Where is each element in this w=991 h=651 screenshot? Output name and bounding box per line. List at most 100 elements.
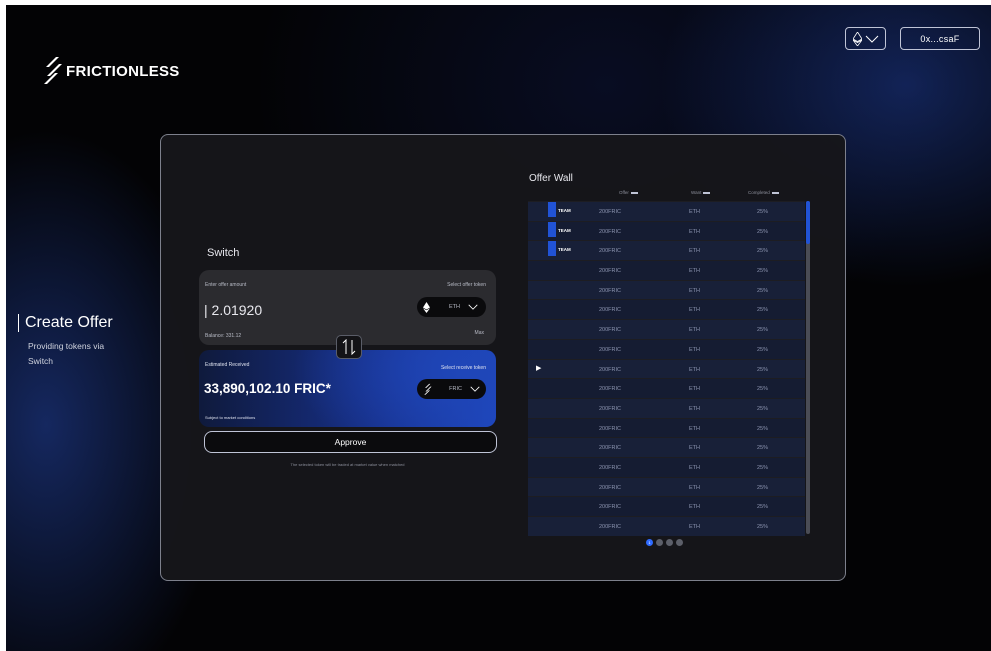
brand-logo[interactable]: FRICTIONLESS (42, 55, 180, 87)
receive-amount-card: Estimated Received Select receive token … (199, 350, 496, 427)
want-cell: ETH (689, 464, 700, 471)
offer-token-name: ETH (449, 304, 460, 310)
want-cell: ETH (689, 228, 700, 235)
approve-button[interactable]: Approve (204, 431, 497, 453)
page-dot[interactable]: 1 (646, 539, 653, 546)
chevron-down-icon (865, 35, 878, 43)
completed-cell: 25% (757, 209, 769, 215)
table-row[interactable]: 200FRIC ETH 25% (528, 338, 805, 359)
offer-cell: 200FRIC (599, 524, 622, 530)
offer-token-selector[interactable]: ETH (417, 297, 486, 317)
swap-direction-button[interactable] (336, 335, 362, 359)
page-dot[interactable] (666, 539, 673, 546)
completed-cell: 25% (757, 287, 769, 294)
column-header-want[interactable]: Want (691, 190, 711, 195)
offer-cell: 200FRIC (599, 327, 622, 334)
want-cell: ETH (689, 366, 700, 373)
offer-wall-scrollbar[interactable] (806, 201, 810, 534)
column-header-offer[interactable]: Offer (619, 190, 638, 195)
completed-cell: 25% (757, 327, 769, 334)
offer-wall-title: Offer Wall (529, 173, 573, 184)
completed-cell: 25% (757, 346, 769, 353)
offer-cell: 200FRIC (599, 504, 622, 511)
team-label: TEAM (558, 208, 571, 213)
sort-icon (630, 191, 638, 194)
sort-icon (771, 191, 779, 194)
max-button[interactable]: Max (475, 330, 484, 336)
offer-amount-input[interactable]: | 2.01920 (204, 302, 262, 318)
completed-cell: 25% (757, 228, 769, 235)
page-title: Create Offer (18, 314, 113, 332)
app-background: FRICTIONLESS 0x...csaF Create Offer Prov… (6, 5, 991, 651)
offer-amount-label: Enter offer amount (205, 282, 247, 288)
offer-cell: 200FRIC (599, 228, 622, 235)
receive-token-selector[interactable]: FRIC (417, 379, 486, 399)
completed-cell: 25% (757, 405, 769, 412)
table-row[interactable]: 200FRIC ETH 25% (528, 279, 805, 300)
table-row[interactable]: 200FRIC ETH 25% (528, 516, 805, 536)
want-cell: ETH (689, 287, 700, 294)
table-row[interactable]: TEAM 200FRIC ETH 25% (528, 220, 805, 241)
want-cell: ETH (689, 248, 700, 255)
want-cell: ETH (689, 484, 700, 491)
completed-cell: 25% (757, 268, 769, 275)
table-row[interactable]: 200FRIC ETH 25% (528, 417, 805, 438)
completed-cell: 25% (757, 366, 769, 373)
offer-cell: 200FRIC (599, 464, 622, 471)
completed-cell: 25% (757, 425, 769, 432)
team-label: TEAM (558, 247, 571, 253)
table-row[interactable]: 200FRIC ETH 25% (528, 496, 805, 516)
offer-cell: 200FRIC (599, 287, 622, 294)
team-flag-icon (548, 202, 556, 217)
swap-arrows-icon (342, 339, 356, 355)
offer-cell: 200FRIC (599, 307, 622, 314)
offer-cell: 200FRIC (599, 366, 622, 373)
want-cell: ETH (689, 445, 700, 452)
ethereum-icon (423, 301, 430, 313)
offer-cell: 200FRIC (599, 346, 622, 353)
table-row[interactable]: 200FRIC ETH 25% (528, 299, 805, 320)
want-cell: ETH (689, 524, 700, 530)
play-icon: ▶ (536, 364, 542, 372)
network-selector[interactable] (845, 27, 886, 50)
page-dot[interactable] (676, 539, 683, 546)
offer-cell: 200FRIC (599, 386, 622, 393)
table-row[interactable]: 200FRIC ETH 25% (528, 397, 805, 418)
offer-table: TEAM 200FRIC ETH 25% TEAM 200FRIC ETH 25% TEAM 20… (528, 201, 805, 536)
offer-cell: 200FRIC (599, 405, 622, 412)
receive-amount: 33,890,102.10 FRIC* (204, 381, 331, 396)
column-header-completed[interactable]: Completed (748, 190, 779, 195)
table-row[interactable]: 200FRIC ETH 25% (528, 378, 805, 398)
table-row[interactable]: TEAM 200FRIC ETH 25% (528, 240, 805, 261)
offer-cell: 200FRIC (599, 248, 622, 255)
want-cell: ETH (689, 209, 700, 215)
table-row[interactable]: 200FRIC ETH 25% (528, 476, 805, 497)
ethereum-icon (852, 31, 862, 46)
want-cell: ETH (689, 405, 700, 412)
page-dot[interactable] (656, 539, 663, 546)
table-row[interactable]: 200FRIC ETH 25% (528, 260, 805, 280)
want-cell: ETH (689, 386, 700, 393)
offer-cell: 200FRIC (599, 209, 622, 215)
select-offer-token-label: Select offer token (447, 282, 486, 288)
scrollbar-thumb[interactable] (806, 201, 810, 244)
table-row[interactable]: TEAM 200FRIC ETH 25% (528, 201, 805, 221)
wallet-address-button[interactable]: 0x...csaF (900, 27, 980, 50)
want-cell: ETH (689, 504, 700, 511)
completed-cell: 25% (757, 464, 769, 471)
want-cell: ETH (689, 307, 700, 314)
table-row[interactable]: 200FRIC ETH 25% (528, 437, 805, 457)
table-row[interactable]: 200FRIC ETH 25% (528, 456, 805, 477)
offer-amount-card: Enter offer amount Select offer token | … (199, 270, 496, 345)
want-cell: ETH (689, 425, 700, 432)
table-row[interactable]: 200FRIC ETH 25% (528, 319, 805, 339)
completed-cell: 25% (757, 524, 769, 530)
main-panel: Switch Enter offer amount Select offer t… (160, 134, 846, 581)
completed-cell: 25% (757, 445, 769, 452)
offer-cell: 200FRIC (599, 268, 622, 275)
frictionless-logo-icon (44, 57, 62, 84)
offer-cell: 200FRIC (599, 445, 622, 452)
table-row[interactable]: ▶ 200FRIC ETH 25% (528, 358, 805, 379)
estimated-received-label: Estimated Received (205, 362, 250, 368)
sort-icon (703, 191, 711, 194)
